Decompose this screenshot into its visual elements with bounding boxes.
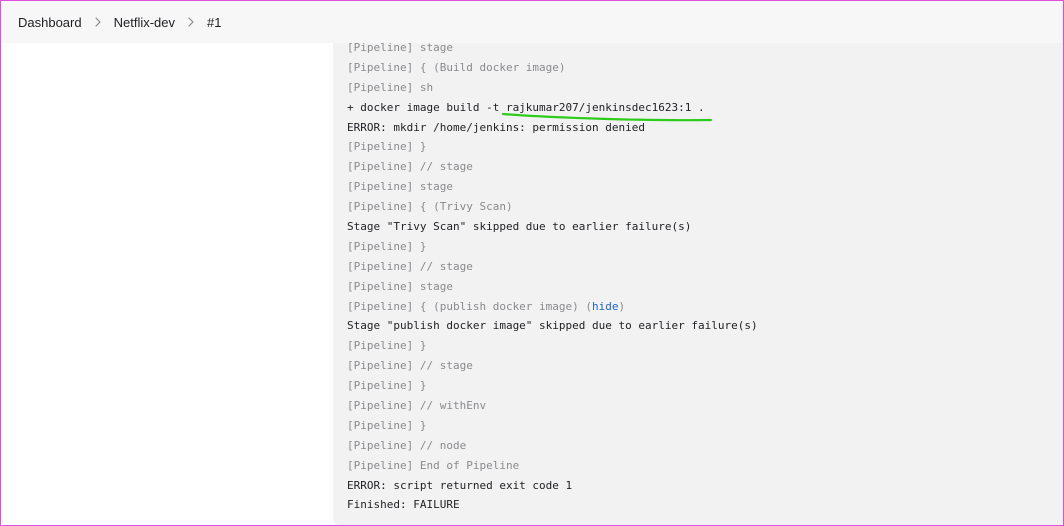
- console-line-text: [Pipeline] { (Build docker image): [347, 60, 566, 74]
- console-line-text: [Pipeline] }: [347, 140, 427, 154]
- console-line-text: [Pipeline] }: [347, 418, 427, 432]
- console-line-text: [Pipeline] // withEnv: [347, 399, 487, 413]
- console-line: [Pipeline] // stage: [347, 157, 758, 177]
- console-line-text: [Pipeline] End of Pipeline: [347, 458, 520, 472]
- console-line: [Pipeline] }: [347, 376, 758, 396]
- console-line: [Pipeline] }: [347, 416, 758, 436]
- console-line-text: ERROR: script returned exit code 1: [347, 478, 573, 492]
- console-line-text: [Pipeline] }: [347, 379, 427, 393]
- console-line: ERROR: script returned exit code 1: [347, 476, 758, 496]
- console-line-text: [Pipeline] stage: [347, 279, 453, 293]
- console-line: [Pipeline] }: [347, 137, 758, 157]
- console-line-text: Stage "publish docker image" skipped due…: [347, 319, 758, 333]
- breadcrumb-build-number[interactable]: #1: [207, 15, 221, 30]
- window-frame: Dashboard Netflix-dev #1 [Pipeline] stag…: [0, 0, 1064, 526]
- chevron-right-icon: [82, 1, 114, 43]
- console-line-text: + docker image build -t rajkumar207/jenk…: [347, 100, 705, 114]
- console-line-text: ERROR: mkdir /home/jenkins: permission d…: [347, 120, 646, 134]
- console-line: [Pipeline] // node: [347, 436, 758, 456]
- console-line: + docker image build -t rajkumar207/jenk…: [347, 98, 758, 118]
- console-line-text: [Pipeline] { (publish docker image) (: [347, 299, 593, 313]
- console-line-text: [Pipeline] // stage: [347, 160, 473, 174]
- console-line: [Pipeline] { (Trivy Scan): [347, 197, 758, 217]
- console-line: ERROR: mkdir /home/jenkins: permission d…: [347, 118, 758, 138]
- console-line-text: [Pipeline] // node: [347, 438, 467, 452]
- console-line: [Pipeline] sh: [347, 78, 758, 98]
- console-line: Finished: FAILURE: [347, 495, 758, 515]
- breadcrumb-bar: Dashboard Netflix-dev #1: [1, 1, 1063, 43]
- console-line-text: [Pipeline] // stage: [347, 359, 473, 373]
- console-lines: [Pipeline] stage [Pipeline] { (Build dock…: [347, 38, 758, 515]
- console-line: [Pipeline] { (Build docker image): [347, 58, 758, 78]
- console-line-text: [Pipeline] }: [347, 239, 427, 253]
- breadcrumb-netflix-dev[interactable]: Netflix-dev: [114, 15, 175, 30]
- console-line: Stage "Trivy Scan" skipped due to earlie…: [347, 217, 758, 237]
- console-line-text: [Pipeline] // stage: [347, 259, 473, 273]
- console-line: [Pipeline] }: [347, 237, 758, 257]
- console-line: [Pipeline] }: [347, 336, 758, 356]
- console-line-text: [Pipeline] sh: [347, 80, 434, 94]
- console-line: [Pipeline] // withEnv: [347, 396, 758, 416]
- chevron-right-icon: [175, 1, 207, 43]
- console-line-text: [Pipeline] stage: [347, 180, 453, 194]
- console-line-text: Finished: FAILURE: [347, 498, 460, 512]
- console-line-text: Stage "Trivy Scan" skipped due to earlie…: [347, 220, 692, 234]
- console-line: [Pipeline] stage: [347, 277, 758, 297]
- console-line: Stage "publish docker image" skipped due…: [347, 316, 758, 336]
- hide-link[interactable]: hide: [592, 300, 619, 313]
- console-line: [Pipeline] { (publish docker image) (hid…: [347, 297, 758, 317]
- console-line: [Pipeline] stage: [347, 177, 758, 197]
- console-line-text: [Pipeline] { (Trivy Scan): [347, 200, 513, 214]
- breadcrumb: Dashboard Netflix-dev #1: [18, 1, 222, 43]
- console-line: [Pipeline] // stage: [347, 257, 758, 277]
- console-line-text: [Pipeline] stage: [347, 41, 453, 54]
- console-line: [Pipeline] stage: [347, 38, 758, 58]
- console-line-text: ): [618, 299, 626, 313]
- console-line: [Pipeline] End of Pipeline: [347, 456, 758, 476]
- console-line-text: [Pipeline] }: [347, 339, 427, 353]
- console-output: [Pipeline] stage [Pipeline] { (Build dock…: [333, 41, 1063, 525]
- console-line: [Pipeline] // stage: [347, 356, 758, 376]
- breadcrumb-dashboard[interactable]: Dashboard: [18, 15, 82, 30]
